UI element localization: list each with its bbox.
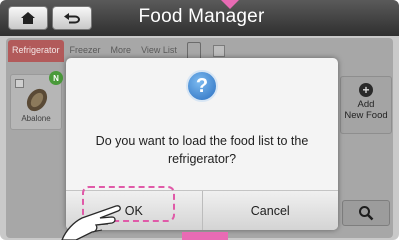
- tab-refrigerator[interactable]: Refrigerator: [8, 40, 64, 62]
- cancel-button[interactable]: Cancel: [202, 191, 338, 230]
- add-new-food-label-line2: New Food: [344, 110, 388, 121]
- plus-icon: +: [359, 83, 373, 97]
- new-badge: N: [49, 71, 63, 85]
- abalone-icon: [26, 88, 48, 112]
- pointing-hand-icon: [61, 205, 121, 240]
- bottom-pointer-mark: [182, 232, 228, 240]
- home-icon: [21, 12, 35, 24]
- food-item-label: Abalone: [21, 114, 51, 123]
- back-arrow-icon: [64, 13, 80, 24]
- dialog-message: Do you want to load the food list to the…: [95, 134, 309, 166]
- back-button[interactable]: [52, 6, 92, 30]
- app-screen: Food Manager Refrigerator Freezer More V…: [0, 0, 399, 240]
- top-bar: Food Manager: [0, 0, 399, 36]
- search-button[interactable]: [342, 200, 390, 226]
- question-icon: ?: [186, 70, 218, 102]
- add-new-food-label-line1: Add: [357, 99, 375, 110]
- select-all-checkbox[interactable]: [212, 45, 225, 57]
- food-item-abalone[interactable]: N Abalone: [10, 71, 63, 130]
- page-title-text: Food Manager: [138, 6, 265, 27]
- top-pointer-mark: [221, 0, 239, 9]
- home-button[interactable]: [8, 6, 48, 30]
- page-title: Food Manager: [100, 6, 399, 28]
- add-new-food-button[interactable]: + Add New Food: [340, 76, 392, 134]
- search-icon: [359, 206, 374, 221]
